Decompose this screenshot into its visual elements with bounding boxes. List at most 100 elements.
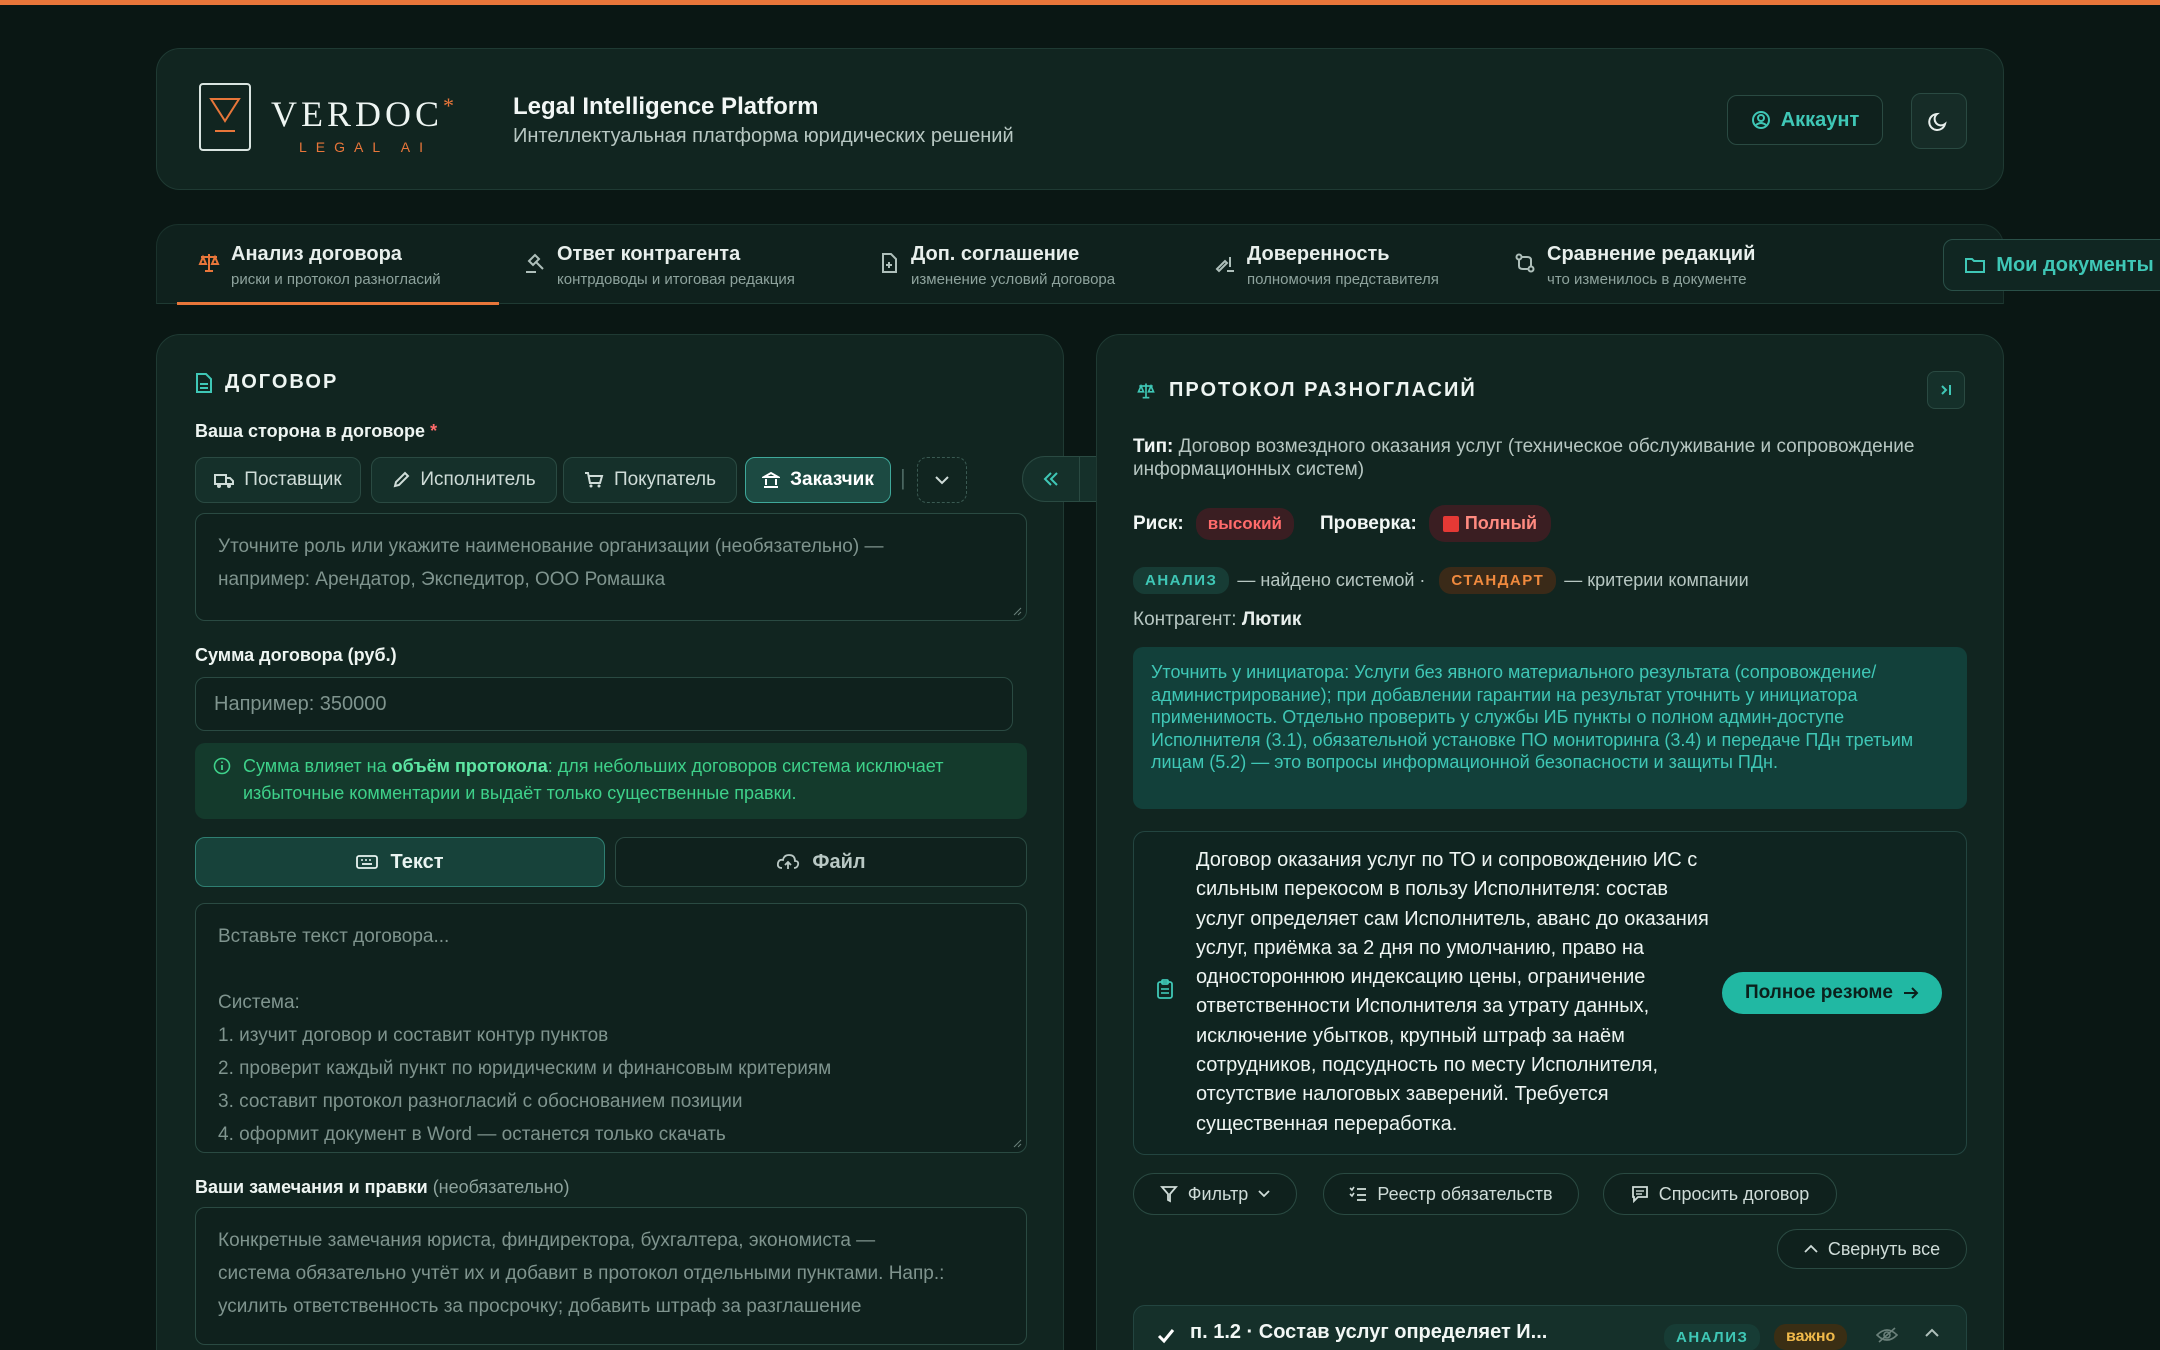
app-subtitle: Интеллектуальная платформа юридических р… — [513, 125, 1014, 147]
risk-check-row: Риск: высокий Проверка: Полный — [1133, 505, 1552, 542]
obligations-registry-button[interactable]: Реестр обязательств — [1323, 1173, 1579, 1215]
analysis-badge: АНАЛИЗ — [1664, 1324, 1761, 1350]
tab-label: Сравнение редакций — [1547, 243, 1756, 265]
my-documents-label: Мои документы — [1996, 253, 2154, 276]
ask-contract-button[interactable]: Спросить договор — [1603, 1173, 1837, 1215]
protocol-item-card[interactable]: п. 1.2 · Состав услуг определяет И... АН… — [1133, 1305, 1967, 1350]
role-buyer-button[interactable]: Покупатель — [563, 457, 737, 503]
tab-label: Ответ контрагента — [557, 243, 741, 265]
tab-label: Доп. соглашение — [911, 243, 1080, 265]
tab-sublabel: риски и протокол разногласий — [231, 271, 441, 288]
clipboard-icon — [1157, 979, 1173, 999]
main-tabs: Анализ договора риски и протокол разногл… — [156, 224, 2160, 305]
scales-icon — [1137, 383, 1155, 398]
check-mode-badge: Полный — [1428, 505, 1552, 542]
sum-label: Сумма договора (руб.) — [195, 645, 397, 665]
protocol-section-title: ПРОТОКОЛ РАЗНОГЛАСИЙ — [1135, 379, 1477, 402]
tab-supplementary-agreement[interactable]: Доп. соглашение изменение условий догово… — [857, 241, 1177, 305]
top-accent-bar — [0, 0, 2160, 5]
collapse-panel-button[interactable] — [1927, 371, 1965, 409]
chevron-down-icon — [1258, 1190, 1270, 1198]
logo-subtitle: LEGAL AI — [299, 139, 432, 155]
file-plus-icon — [882, 253, 897, 273]
badge-legend: АНАЛИЗ — найдено системой · СТАНДАРТ — к… — [1133, 567, 1749, 594]
tab-counterparty-response[interactable]: Ответ контрагента контрдоводы и итоговая… — [503, 241, 843, 305]
collapse-all-button[interactable]: Свернуть все — [1777, 1229, 1967, 1269]
chevrons-left-icon — [1043, 472, 1058, 486]
contract-sum-input[interactable]: Например: 350000 — [195, 677, 1013, 731]
tab-contract-analysis[interactable]: Анализ договора риски и протокол разногл… — [177, 241, 499, 305]
document-icon — [196, 372, 212, 393]
resize-grip-icon — [1013, 607, 1022, 616]
bank-icon — [762, 471, 781, 488]
signature-icon — [1215, 257, 1234, 273]
truck-icon — [214, 474, 235, 488]
role-customer-button[interactable]: Заказчик — [745, 457, 891, 503]
logo-icon — [199, 83, 251, 151]
standard-badge: СТАНДАРТ — [1439, 567, 1557, 594]
collapse-left-button[interactable] — [1023, 457, 1080, 501]
pencil-icon — [394, 471, 410, 488]
protocol-panel: ПРОТОКОЛ РАЗНОГЛАСИЙ Тип: Договор возмез… — [1096, 334, 2004, 1350]
remarks-label: Ваши замечания и правки (необязательно) — [195, 1177, 570, 1197]
cloud-upload-icon — [777, 854, 800, 869]
cart-icon — [584, 472, 604, 488]
gavel-icon — [526, 253, 544, 273]
theme-toggle-button[interactable] — [1911, 93, 1967, 149]
filter-icon — [1159, 1186, 1178, 1203]
arrow-right-icon — [1904, 987, 1919, 999]
account-label: Аккаунт — [1780, 108, 1860, 131]
clarify-notice: Уточнить у инициатора: Услуги без явного… — [1133, 647, 1967, 809]
more-roles-button[interactable] — [917, 457, 967, 503]
importance-badge: важно — [1774, 1324, 1848, 1350]
scales-icon — [198, 254, 220, 272]
app-header: VERDOC* LEGAL AI Legal Intelligence Plat… — [156, 48, 2004, 190]
contract-type: Тип: Договор возмездного оказания услуг … — [1133, 436, 1915, 480]
sum-info-notice: Сумма влияет на объём протокола: для неб… — [195, 743, 1027, 819]
tab-label: Доверенность — [1247, 243, 1390, 265]
risk-badge: высокий — [1195, 507, 1294, 540]
contract-text-textarea[interactable]: Вставьте текст договора... Система: 1. и… — [195, 903, 1027, 1153]
list-check-icon — [1349, 1186, 1367, 1201]
resize-grip-icon — [1013, 1139, 1022, 1148]
role-supplier-button[interactable]: Поставщик — [195, 457, 361, 503]
my-documents-button[interactable]: Мои документы — [1943, 239, 2160, 291]
remarks-textarea[interactable]: Конкретные замечания юриста, финдиректор… — [195, 1207, 1027, 1345]
tab-power-of-attorney[interactable]: Доверенность полномочия представителя — [1193, 241, 1483, 305]
counterparty: Контрагент: Лютик — [1133, 609, 1302, 630]
role-contractor-button[interactable]: Исполнитель — [371, 457, 557, 503]
role-separator: | — [900, 465, 906, 490]
item-title: п. 1.2 · Состав услуг определяет И... — [1190, 1321, 1548, 1343]
logo-wordmark: VERDOC* — [271, 93, 459, 134]
user-circle-icon — [1751, 111, 1770, 129]
moon-icon — [1928, 112, 1947, 131]
contract-section-title: ДОГОВОР — [195, 371, 338, 394]
red-square-icon — [1442, 515, 1459, 532]
tab-sublabel: что изменилось в документе — [1547, 271, 1747, 288]
contract-input-panel: ДОГОВОР Ваша сторона в договоре * Постав… — [156, 334, 1064, 1350]
chat-icon — [1631, 1186, 1648, 1203]
tab-label: Анализ договора — [231, 243, 402, 265]
check-icon[interactable] — [1156, 1326, 1176, 1346]
app-title: Legal Intelligence Platform — [513, 93, 819, 120]
analysis-badge: АНАЛИЗ — [1133, 567, 1230, 594]
role-details-textarea[interactable]: Уточните роль или укажите наименование о… — [195, 513, 1027, 621]
account-button[interactable]: Аккаунт — [1727, 95, 1883, 145]
side-label: Ваша сторона в договоре * — [195, 421, 438, 441]
summary-card: Договор оказания услуг по ТО и сопровожд… — [1133, 831, 1967, 1155]
filter-button[interactable]: Фильтр — [1133, 1173, 1297, 1215]
summary-text: Договор оказания услуг по ТО и сопровожд… — [1196, 849, 1709, 1135]
tab-sublabel: изменение условий договора — [911, 271, 1116, 288]
chevron-up-icon — [1804, 1244, 1818, 1253]
tab-sublabel: контрдоводы и итоговая редакция — [557, 271, 795, 288]
tab-sublabel: полномочия представителя — [1247, 271, 1439, 288]
keyboard-icon — [356, 855, 379, 869]
tab-compare-versions[interactable]: Сравнение редакций что изменилось в доку… — [1493, 241, 1793, 305]
chevron-up-icon[interactable] — [1924, 1328, 1940, 1338]
chevron-down-icon — [935, 476, 949, 485]
eye-off-icon[interactable] — [1876, 1326, 1898, 1344]
full-summary-button[interactable]: Полное резюме — [1722, 972, 1942, 1014]
file-mode-button[interactable]: Файл — [615, 837, 1027, 887]
text-mode-button[interactable]: Текст — [195, 837, 605, 887]
folder-icon — [1965, 258, 1986, 273]
